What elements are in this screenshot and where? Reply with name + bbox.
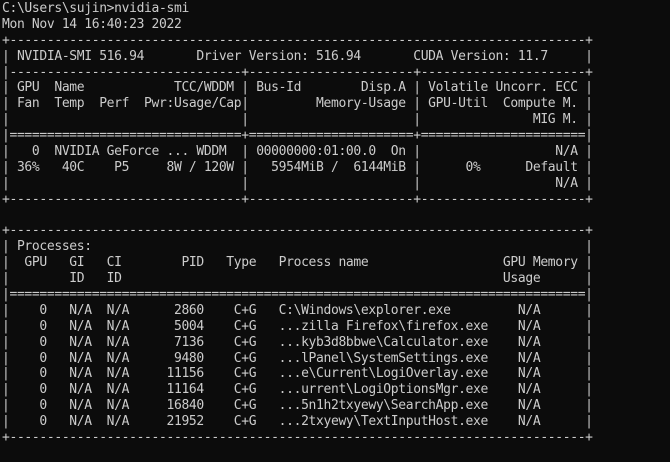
terminal-line: C:\Users\sujin>nvidia-smi [2, 1, 189, 16]
terminal-line: | 0 N/A N/A 11156 C+G ...e\Current\LogiO… [2, 366, 593, 382]
terminal-line: |=======================================… [2, 287, 593, 303]
terminal-line: | GPU Name TCC/WDDM | Bus-Id Disp.A | Vo… [2, 80, 593, 96]
terminal-line: | 0 N/A N/A 21952 C+G ...2txyewy\TextInp… [2, 414, 593, 430]
terminal-line: | 0 N/A N/A 5004 C+G ...zilla Firefox\fi… [2, 318, 593, 334]
terminal-line: +---------------------------------------… [2, 430, 593, 446]
terminal-line: +-------------------------------+-------… [2, 191, 593, 207]
terminal-line: | Fan Temp Perf Pwr:Usage/Cap| Memory-Us… [2, 96, 593, 112]
terminal-line: | 0 N/A N/A 11164 C+G ...urrent\LogiOpti… [2, 382, 593, 398]
terminal-line: | 0 N/A N/A 7136 C+G ...kyb3d8bbwe\Calcu… [2, 334, 593, 350]
terminal-line: +---------------------------------------… [2, 32, 593, 48]
terminal-line: | 0 N/A N/A 2860 C+G C:\Windows\explorer… [2, 302, 593, 318]
terminal-line: | | | N/A | [2, 175, 593, 191]
terminal-line: Mon Nov 14 16:40:23 2022 [2, 16, 182, 32]
terminal-line: | 0 N/A N/A 16840 C+G ...5n1h2txyewy\Sea… [2, 398, 593, 414]
terminal-line: | 36% 40C P5 8W / 120W | 5954MiB / 6144M… [2, 159, 593, 175]
terminal-line: | 0 NVIDIA GeForce ... WDDM | 00000000:0… [2, 144, 593, 160]
terminal-line: |===============================+=======… [2, 128, 593, 144]
terminal-line: | 0 N/A N/A 9480 C+G ...lPanel\SystemSet… [2, 350, 593, 366]
terminal-line: | Processes: | [2, 239, 593, 255]
terminal-line: | GPU GI CI PID Type Process name GPU Me… [2, 255, 593, 271]
terminal-line: | ID ID Usage | [2, 271, 593, 287]
terminal-line: +---------------------------------------… [2, 223, 593, 239]
terminal-line: | NVIDIA-SMI 516.94 Driver Version: 516.… [2, 48, 593, 64]
terminal-line: | | | MIG M. | [2, 112, 593, 128]
terminal-output: C:\Users\sujin>nvidia-smi Mon Nov 14 16:4… [2, 1, 593, 446]
terminal-line: |-------------------------------+-------… [2, 64, 593, 80]
